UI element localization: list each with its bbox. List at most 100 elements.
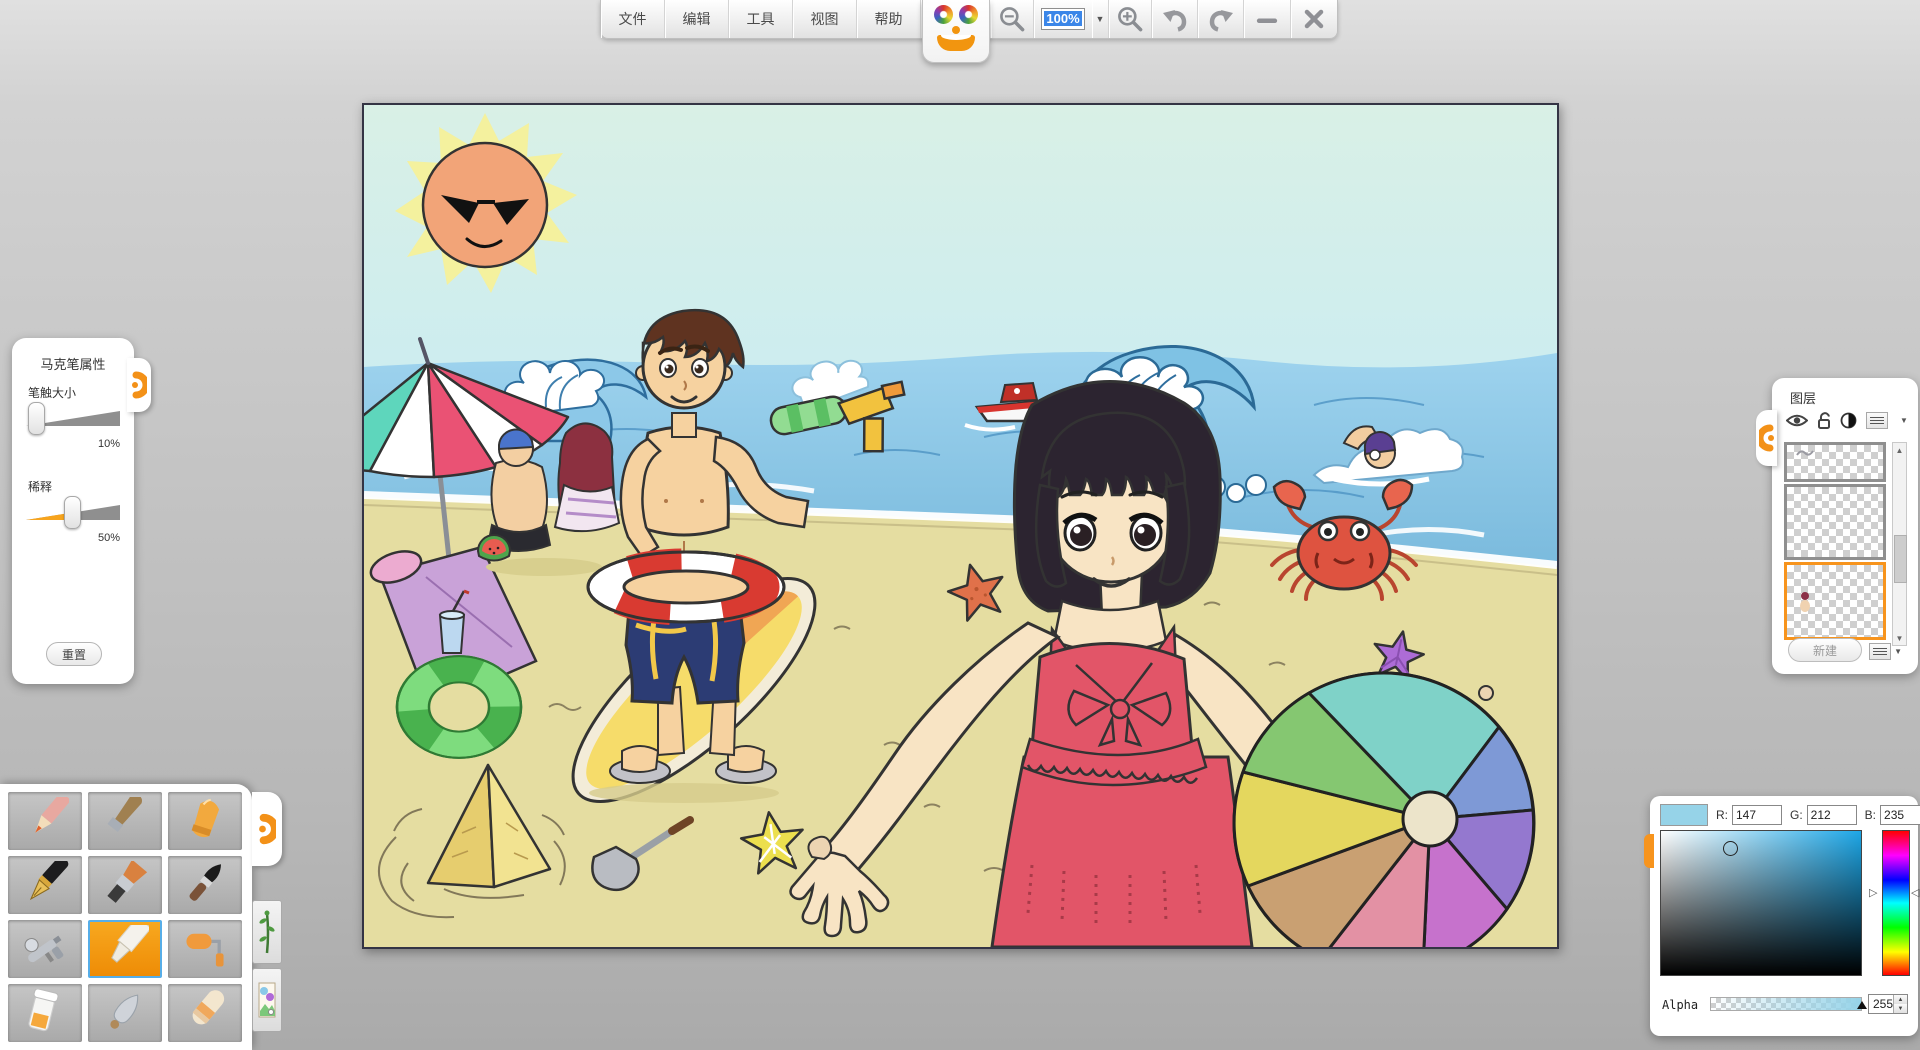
logo-smile-icon <box>937 35 975 51</box>
new-layer-button[interactable]: 新建 <box>1788 638 1862 662</box>
red-input[interactable] <box>1732 805 1782 825</box>
zoom-dropdown-button[interactable]: ▼ <box>1092 0 1109 38</box>
menu-tools[interactable]: 工具 <box>729 0 793 38</box>
redo-icon <box>1206 4 1236 34</box>
zoom-in-button[interactable] <box>1109 0 1152 38</box>
blue-input[interactable] <box>1880 805 1920 825</box>
menu-help[interactable]: 帮助 <box>857 0 921 38</box>
color-cursor[interactable] <box>1723 841 1738 856</box>
hue-arrow-right-icon[interactable]: ◁ <box>1911 886 1919 899</box>
color-panel-collapse-handle[interactable] <box>1644 834 1654 868</box>
clown-face-logo-icon <box>934 5 978 24</box>
redo-button[interactable] <box>1198 0 1244 38</box>
zoom-level-field[interactable]: 100% <box>1034 0 1092 38</box>
layers-panel: 图层 ▼ <box>1772 378 1918 674</box>
tool-colored-pencil[interactable] <box>8 792 82 850</box>
palette-knife-icon <box>101 989 149 1037</box>
lock-icon[interactable] <box>1817 412 1831 429</box>
alpha-decrement-button[interactable]: ▼ <box>1894 1004 1907 1013</box>
scrollbar-thumb[interactable] <box>1894 535 1907 583</box>
paint-roller-icon <box>181 925 229 973</box>
current-color-swatch <box>1660 804 1708 826</box>
minimize-icon <box>1252 4 1282 34</box>
tool-paint-jar[interactable] <box>8 984 82 1042</box>
hue-arrow-left-icon[interactable]: ▷ <box>1869 886 1877 899</box>
alpha-marker-icon[interactable] <box>1857 1001 1867 1009</box>
tool-grid <box>8 792 242 1042</box>
alpha-value: 255 <box>1869 997 1893 1011</box>
brush-size-value: 10% <box>98 438 120 450</box>
layer-item-2[interactable] <box>1784 484 1886 560</box>
orange-hook-icon <box>258 812 276 846</box>
dilution-value: 50% <box>98 532 120 544</box>
tool-palette-knife[interactable] <box>88 984 162 1042</box>
tool-palette-panel <box>0 784 252 1050</box>
menu-view[interactable]: 视图 <box>793 0 857 38</box>
tool-ink-brush[interactable] <box>168 856 242 914</box>
charcoal-stick-icon <box>101 797 149 845</box>
natural-brushes-button[interactable] <box>252 900 282 964</box>
layer3-figure <box>1797 591 1813 613</box>
layer1-sketch <box>1795 447 1815 459</box>
reset-button[interactable]: 重置 <box>46 642 102 666</box>
tool-flat-brush[interactable] <box>88 856 162 914</box>
alpha-increment-button[interactable]: ▲ <box>1894 995 1907 1004</box>
dilution-slider[interactable] <box>26 496 120 528</box>
drawing-canvas[interactable] <box>362 103 1559 949</box>
undo-button[interactable] <box>1152 0 1198 38</box>
app-logo-button[interactable] <box>922 0 990 63</box>
tool-fountain-pen[interactable] <box>8 856 82 914</box>
layer-list <box>1784 442 1886 646</box>
green-input[interactable] <box>1807 805 1857 825</box>
layer-item-1[interactable] <box>1784 442 1886 482</box>
layers-panel-collapse-handle[interactable] <box>1756 410 1777 466</box>
blend-half-circle-icon[interactable] <box>1840 412 1857 429</box>
layers-options-caret-icon[interactable]: ▼ <box>1894 647 1902 656</box>
airbrush-icon <box>21 925 69 973</box>
scroll-up-icon[interactable]: ▲ <box>1893 443 1906 457</box>
top-toolbar: 文件 编辑 工具 视图 帮助 100% ▼ <box>600 0 1338 39</box>
layers-options-button[interactable] <box>1869 643 1891 660</box>
tool-marker-selected[interactable] <box>88 920 162 978</box>
alpha-slider[interactable] <box>1710 997 1862 1011</box>
tool-charcoal-stick[interactable] <box>88 792 162 850</box>
tool-palette-collapse-handle[interactable] <box>252 792 282 866</box>
layer-menu-button[interactable] <box>1866 412 1888 429</box>
marker-panel-collapse-handle[interactable] <box>127 358 151 412</box>
close-icon <box>1299 4 1329 34</box>
layers-panel-title: 图层 <box>1772 378 1918 407</box>
green-swim-ring <box>397 656 521 758</box>
hue-bar[interactable] <box>1882 830 1910 976</box>
tool-eraser[interactable] <box>168 984 242 1042</box>
beach-scene <box>364 105 1557 947</box>
stickers-button[interactable] <box>252 968 282 1032</box>
watermelon-slice <box>478 535 510 561</box>
logo-nose-icon <box>952 26 960 34</box>
visibility-icon[interactable] <box>1786 413 1808 428</box>
paint-jar-icon <box>21 989 69 1037</box>
green-label: G: <box>1790 808 1803 822</box>
menu-file[interactable]: 文件 <box>601 0 665 38</box>
logo-right-eye-icon <box>959 5 978 24</box>
tool-crayon[interactable] <box>168 792 242 850</box>
marker-properties-panel: 马克笔属性 笔触大小 10% 稀释 50% 重置 <box>12 338 134 684</box>
zoom-out-button[interactable] <box>991 0 1034 38</box>
colored-pencil-icon <box>21 797 69 845</box>
dilution-slider-thumb[interactable] <box>64 496 81 529</box>
undo-icon <box>1160 4 1190 34</box>
tool-paint-roller[interactable] <box>168 920 242 978</box>
minimize-button[interactable] <box>1244 0 1291 38</box>
layer-item-3-active[interactable] <box>1784 562 1886 640</box>
brush-size-label: 笔触大小 <box>28 384 76 401</box>
brush-size-slider[interactable] <box>26 402 120 434</box>
saturation-value-field[interactable] <box>1660 830 1862 976</box>
layer-list-scrollbar[interactable]: ▲ ▼ <box>1892 442 1907 646</box>
close-button[interactable] <box>1291 0 1337 38</box>
menu-edit[interactable]: 编辑 <box>665 0 729 38</box>
brush-size-slider-thumb[interactable] <box>28 402 45 435</box>
tool-airbrush[interactable] <box>8 920 82 978</box>
marker-panel-title: 马克笔属性 <box>12 338 134 373</box>
alpha-spinner: 255 ▲ ▼ <box>1868 994 1908 1014</box>
orange-hook-icon <box>1759 423 1775 453</box>
layer-menu-caret-icon[interactable]: ▼ <box>1900 416 1908 425</box>
